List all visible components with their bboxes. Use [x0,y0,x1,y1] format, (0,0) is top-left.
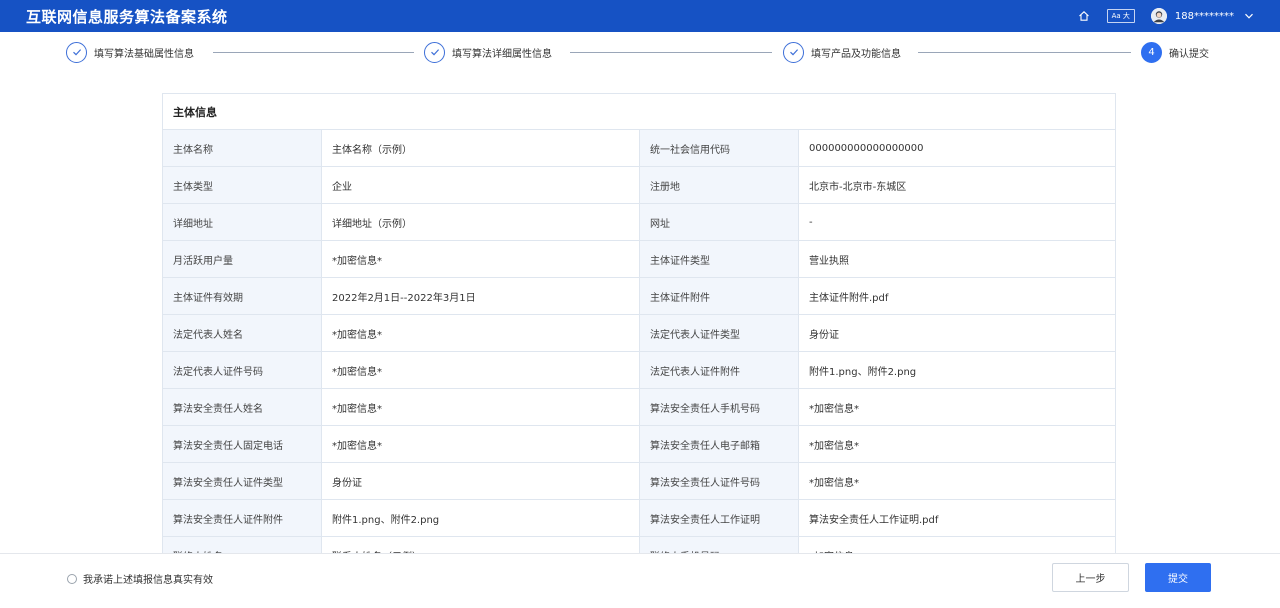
info-rows: 主体名称 主体名称（示例） 统一社会信用代码 000000000000000000 主体… [163,130,1115,553]
table-row: 算法安全责任人姓名 *加密信息* 算法安全责任人手机号码 *加密信息* [163,389,1115,426]
field-label: 主体证件类型 [640,241,799,277]
table-row: 主体类型 企业 注册地 北京市-北京市-东城区 [163,167,1115,204]
field-value: *加密信息* [322,352,640,388]
field-value: *加密信息* [322,389,640,425]
field-label: 主体证件有效期 [163,278,322,314]
section-title: 主体信息 [163,94,1115,130]
table-row: 主体证件有效期 2022年2月1日--2022年3月1日 主体证件附件 主体证件附件.… [163,278,1115,315]
step-label: 填写算法详细属性信息 [452,48,552,60]
field-label: 详细地址 [163,204,322,240]
header-actions: Aa 大 188******** [1077,0,1254,32]
step-number: 4 [1141,41,1162,63]
field-value: 算法安全责任人工作证明.pdf [809,514,939,526]
field-value: 身份证 [809,329,839,341]
step-label: 填写产品及功能信息 [811,48,901,60]
field-value: 身份证 [322,463,640,499]
table-row: 主体名称 主体名称（示例） 统一社会信用代码 000000000000000000 [163,130,1115,167]
field-label: 法定代表人证件附件 [640,352,799,388]
step-divider [918,52,1131,53]
field-value: 北京市-北京市-东城区 [809,181,907,193]
table-row: 详细地址 详细地址（示例） 网址 - [163,204,1115,241]
main-content: 主体信息 主体名称 主体名称（示例） 统一社会信用代码 000000000000000… [0,72,1280,553]
field-value: 附件1.png、附件2.png [322,500,640,536]
user-name[interactable]: 188******** [1175,11,1234,22]
submit-button[interactable]: 提交 [1145,563,1211,592]
table-row: 联络人姓名联系人姓名（示例）联络人手机号码*加密信息* [163,537,1115,553]
promise-checkbox[interactable]: 我承诺上述填报信息真实有效 [67,571,213,586]
field-label: 网址 [640,204,799,240]
field-label: 算法安全责任人电子邮箱 [640,426,799,462]
table-row: 月活跃用户量 *加密信息* 主体证件类型 营业执照 [163,241,1115,278]
table-row: 法定代表人证件号码 *加密信息* 法定代表人证件附件 附件1.png、附件2.png [163,352,1115,389]
field-label: 算法安全责任人固定电话 [163,426,322,462]
field-label: 法定代表人证件号码 [163,352,322,388]
field-label: 算法安全责任人手机号码 [640,389,799,425]
field-value: *加密信息* [809,477,859,489]
field-label: 联络人手机号码 [640,537,799,553]
step-divider [213,52,414,53]
field-value: 营业执照 [809,255,849,267]
field-label: 主体证件附件 [640,278,799,314]
field-label: 月活跃用户量 [163,241,322,277]
table-row: 算法安全责任人证件类型 身份证 算法安全责任人证件号码 *加密信息* [163,463,1115,500]
field-value: 000000000000000000 [809,142,924,154]
step-label: 确认提交 [1169,48,1209,60]
home-icon[interactable] [1077,9,1091,23]
field-value: 2022年2月1日--2022年3月1日 [322,278,640,314]
promise-label: 我承诺上述填报信息真实有效 [83,575,213,586]
field-value: 联系人姓名（示例） [322,537,640,553]
table-row: 算法安全责任人证件附件 附件1.png、附件2.png 算法安全责任人工作证明 算法安… [163,500,1115,537]
field-label: 主体类型 [163,167,322,203]
field-label: 联络人姓名 [163,537,322,553]
step-2: 填写算法详细属性信息 [424,41,552,63]
field-label: 法定代表人姓名 [163,315,322,351]
info-table: 主体信息 主体名称 主体名称（示例） 统一社会信用代码 000000000000000… [162,93,1116,553]
field-label: 注册地 [640,167,799,203]
field-label: 法定代表人证件类型 [640,315,799,351]
field-value: *加密信息* [799,537,1115,554]
radio-icon[interactable] [67,573,77,584]
font-size-toggle[interactable]: Aa 大 [1106,9,1135,23]
field-label: 算法安全责任人证件类型 [163,463,322,499]
field-value: 附件1.png、附件2.png [809,366,917,378]
top-header: 互联网信息服务算法备案系统 Aa 大 188******** [0,0,1280,32]
field-label: 主体名称 [163,130,322,166]
field-label: 算法安全责任人证件号码 [640,463,799,499]
field-value: *加密信息* [322,426,640,462]
footer-bar: 我承诺上述填报信息真实有效 上一步 提交 [0,553,1280,608]
table-row: 算法安全责任人固定电话 *加密信息* 算法安全责任人电子邮箱 *加密信息* [163,426,1115,463]
field-value: *加密信息* [322,241,640,277]
field-label: 算法安全责任人姓名 [163,389,322,425]
check-icon [424,41,445,63]
field-value: 企业 [322,167,640,203]
prev-button[interactable]: 上一步 [1052,563,1129,592]
step-label: 填写算法基础属性信息 [94,48,194,60]
table-row: 法定代表人姓名 *加密信息* 法定代表人证件类型 身份证 [163,315,1115,352]
step-1: 填写算法基础属性信息 [66,41,194,63]
field-value: *加密信息* [322,315,640,351]
field-label: 算法安全责任人证件附件 [163,500,322,536]
check-icon [783,41,804,63]
step-divider [570,52,772,53]
field-label: 算法安全责任人工作证明 [640,500,799,536]
step-progress: 填写算法基础属性信息 填写算法详细属性信息 填写产品及功能信息 4 确认提交 [0,32,1280,72]
check-icon [66,41,87,63]
field-value: 主体名称（示例） [322,130,640,166]
field-value: 详细地址（示例） [322,204,640,240]
field-value: *加密信息* [809,403,859,415]
field-value: *加密信息* [809,440,859,452]
avatar[interactable] [1150,8,1167,24]
step-3: 填写产品及功能信息 [783,41,901,63]
step-4: 4 确认提交 [1141,41,1209,63]
field-label: 统一社会信用代码 [640,130,799,166]
chevron-down-icon[interactable] [1244,11,1254,21]
field-value: 主体证件附件.pdf [809,292,889,304]
app-title: 互联网信息服务算法备案系统 [26,7,228,26]
field-value: - [809,216,813,228]
